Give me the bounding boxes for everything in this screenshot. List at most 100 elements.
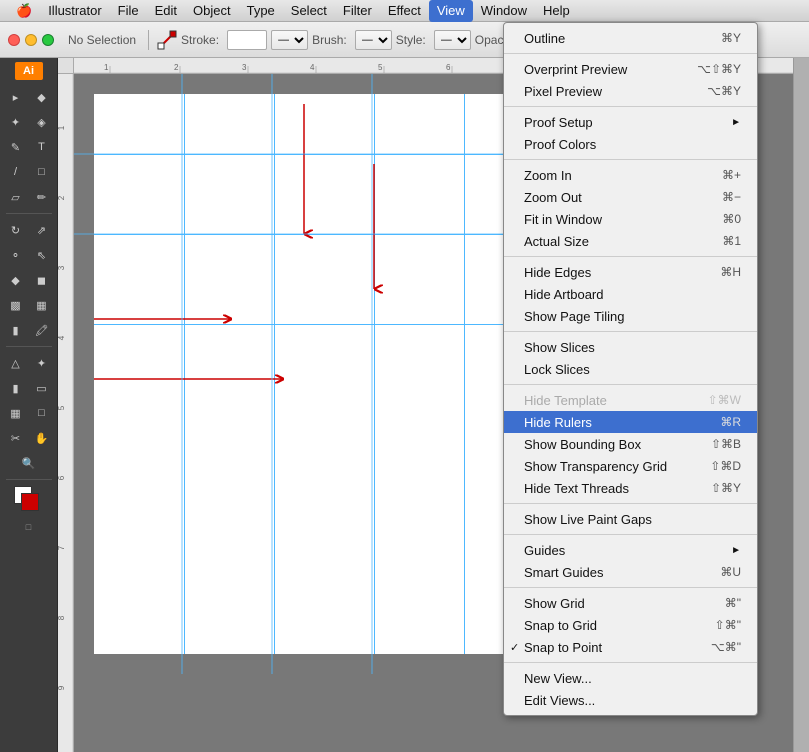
lasso-tool[interactable]: ◈ (30, 110, 54, 134)
menu-item-proof-colors[interactable]: Proof Colors (504, 133, 757, 155)
apple-menu[interactable]: 🍎 (8, 0, 40, 22)
menu-item-hide-rulers[interactable]: Hide Rulers ⌘R (504, 411, 757, 433)
menu-item-hide-artboard[interactable]: Hide Artboard (504, 283, 757, 305)
menu-item-proof-setup[interactable]: Proof Setup ► (504, 111, 757, 133)
perspective-tool[interactable]: ▩ (4, 293, 28, 317)
toolbar-separator-1 (148, 30, 149, 50)
type-tool[interactable]: T (30, 135, 54, 159)
menu-item-show-bounding-box[interactable]: Show Bounding Box ⇧⌘B (504, 433, 757, 455)
right-panel (793, 58, 809, 752)
style-select[interactable]: — (434, 30, 471, 50)
file-menu[interactable]: File (110, 0, 147, 22)
filter-menu[interactable]: Filter (335, 0, 380, 22)
menu-item-show-transparency-grid[interactable]: Show Transparency Grid ⇧⌘D (504, 455, 757, 477)
stroke-icon (157, 30, 177, 50)
scissors-tool[interactable]: ✂ (4, 426, 28, 450)
rotate-tool[interactable]: ↻ (4, 218, 28, 242)
menu-item-lock-slices[interactable]: Lock Slices (504, 358, 757, 380)
menu-item-fit-in-window[interactable]: Fit in Window ⌘0 (504, 208, 757, 230)
guide-vertical-1 (184, 94, 185, 654)
live-paint-tool[interactable]: ◼ (30, 268, 54, 292)
symbol-sprayer-tool[interactable]: ✦ (30, 351, 54, 375)
svg-text:8: 8 (58, 615, 66, 620)
column-graph-tool[interactable]: ▮ (4, 376, 28, 400)
stroke-color[interactable] (21, 493, 39, 511)
hand-tool[interactable]: ✋ (30, 426, 54, 450)
close-button[interactable] (8, 34, 20, 46)
menu-item-show-live-paint-gaps[interactable]: Show Live Paint Gaps (504, 508, 757, 530)
menu-item-pixel-preview[interactable]: Pixel Preview ⌥⌘Y (504, 80, 757, 102)
maximize-button[interactable] (42, 34, 54, 46)
brush-select[interactable]: — (355, 30, 392, 50)
menu-item-outline[interactable]: Outline ⌘Y (504, 27, 757, 49)
pen-tool[interactable]: ✎ (4, 135, 28, 159)
submenu-arrow-proof: ► (731, 117, 741, 128)
artboard-tool[interactable]: ▭ (30, 376, 54, 400)
slice-tool[interactable]: ▦ (4, 401, 28, 425)
menu-sep-3 (504, 159, 757, 160)
magic-wand-tool[interactable]: ✦ (4, 110, 28, 134)
type-menu[interactable]: Type (239, 0, 283, 22)
view-menu[interactable]: View (429, 0, 473, 22)
tool-divider-2 (6, 346, 52, 347)
menu-item-show-grid[interactable]: Show Grid ⌘" (504, 592, 757, 614)
menu-item-smart-guides[interactable]: Smart Guides ⌘U (504, 561, 757, 583)
shape-builder-tool[interactable]: ◆ (4, 268, 28, 292)
menu-item-hide-edges[interactable]: Hide Edges ⌘H (504, 261, 757, 283)
select-menu[interactable]: Select (283, 0, 335, 22)
direct-selection-tool[interactable]: ◆ (30, 85, 54, 109)
stroke-input[interactable] (227, 30, 267, 50)
menu-sep-2 (504, 106, 757, 107)
menu-item-guides[interactable]: Guides ► (504, 539, 757, 561)
brush-tool[interactable]: ▱ (4, 185, 28, 209)
left-toolbar: Ai ▸ ◆ ✦ ◈ ✎ T / □ ▱ ✏ ↻ ⇗ ⚬ ⇖ (0, 58, 58, 752)
menu-item-zoom-in[interactable]: Zoom In ⌘+ (504, 164, 757, 186)
screen-mode[interactable]: □ (17, 515, 41, 539)
gradient-tool[interactable]: ▮ (4, 318, 28, 342)
ruler-vertical: 1 2 3 4 5 6 7 8 9 (58, 74, 74, 752)
ai-logo: Ai (15, 62, 43, 80)
rect-tool[interactable]: □ (30, 160, 54, 184)
menu-item-new-view[interactable]: New View... (504, 667, 757, 689)
minimize-button[interactable] (25, 34, 37, 46)
menu-item-edit-views[interactable]: Edit Views... (504, 689, 757, 711)
menu-item-show-page-tiling[interactable]: Show Page Tiling (504, 305, 757, 327)
svg-text:5: 5 (378, 63, 383, 72)
selection-tool[interactable]: ▸ (4, 85, 28, 109)
menu-item-show-slices[interactable]: Show Slices (504, 336, 757, 358)
stroke-select[interactable]: — (271, 30, 308, 50)
menu-item-zoom-out[interactable]: Zoom Out ⌘− (504, 186, 757, 208)
menu-item-hide-template[interactable]: Hide Template ⇧⌘W (504, 389, 757, 411)
menu-item-snap-to-grid[interactable]: Snap to Grid ⇧⌘" (504, 614, 757, 636)
warp-tool[interactable]: ⚬ (4, 243, 28, 267)
mesh-tool[interactable]: ▦ (30, 293, 54, 317)
svg-text:1: 1 (58, 125, 66, 130)
ruler-corner (58, 58, 74, 74)
blend-tool[interactable]: △ (4, 351, 28, 375)
guide-vertical-3 (374, 94, 375, 654)
svg-text:2: 2 (58, 195, 66, 200)
object-menu[interactable]: Object (185, 0, 239, 22)
menu-item-overprint-preview[interactable]: Overprint Preview ⌥⇧⌘Y (504, 58, 757, 80)
illustrator-menu[interactable]: Illustrator (40, 0, 109, 22)
free-transform-tool[interactable]: ⇖ (30, 243, 54, 267)
menu-item-snap-to-point[interactable]: ✓ Snap to Point ⌥⌘" (504, 636, 757, 658)
window-menu[interactable]: Window (473, 0, 535, 22)
line-tool[interactable]: / (4, 160, 28, 184)
menu-sep-9 (504, 587, 757, 588)
menu-sep-4 (504, 256, 757, 257)
effect-menu[interactable]: Effect (380, 0, 429, 22)
svg-text:9: 9 (58, 685, 66, 690)
svg-text:3: 3 (242, 63, 247, 72)
menu-sep-1 (504, 53, 757, 54)
edit-menu[interactable]: Edit (147, 0, 185, 22)
pencil-tool[interactable]: ✏ (30, 185, 54, 209)
help-menu[interactable]: Help (535, 0, 578, 22)
menu-item-actual-size[interactable]: Actual Size ⌘1 (504, 230, 757, 252)
scale-tool[interactable]: ⇗ (30, 218, 54, 242)
zoom-tool[interactable]: 🔍 (17, 451, 41, 475)
menu-item-hide-text-threads[interactable]: Hide Text Threads ⇧⌘Y (504, 477, 757, 499)
eraser-tool[interactable]: □ (30, 401, 54, 425)
svg-text:4: 4 (58, 335, 66, 340)
eyedropper-tool[interactable]: 🖍 (30, 318, 54, 342)
